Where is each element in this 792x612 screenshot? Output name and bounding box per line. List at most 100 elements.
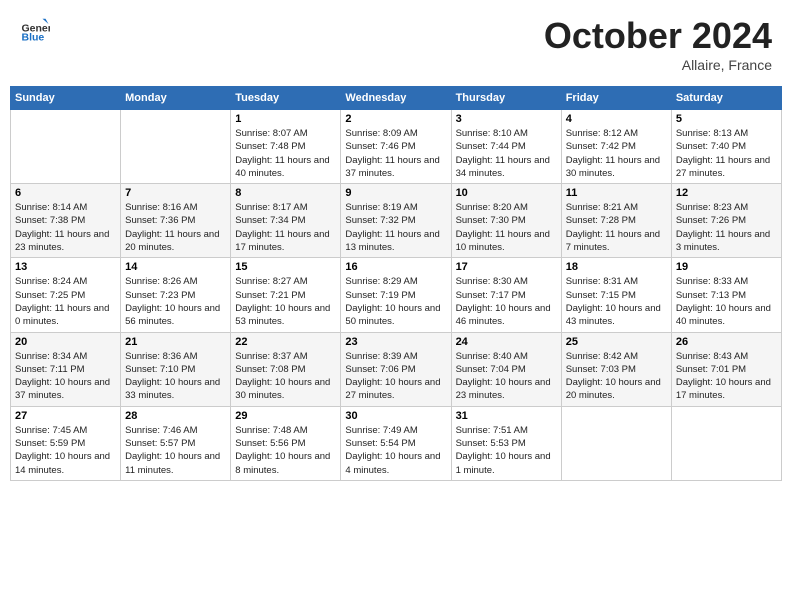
day-number: 23: [345, 336, 446, 348]
calendar-cell: 29Sunrise: 7:48 AM Sunset: 5:56 PM Dayli…: [231, 406, 341, 480]
day-info: Sunrise: 8:29 AM Sunset: 7:19 PM Dayligh…: [345, 275, 446, 328]
calendar-cell: 14 Sunrise: 8:26 AM Sunset: 7:23 PM Dayli…: [121, 258, 231, 332]
day-info: Sunrise: 8:09 AM Sunset: 7:46 PM Dayligh…: [345, 127, 446, 180]
day-number: 1: [235, 113, 336, 125]
header-wednesday: Wednesday: [341, 87, 451, 110]
logo-icon: General Blue: [20, 15, 50, 45]
day-number: 8: [235, 187, 336, 199]
header-thursday: Thursday: [451, 87, 561, 110]
day-number: 18: [566, 261, 667, 273]
day-info: Sunrise: 8:07 AM Sunset: 7:48 PM Dayligh…: [235, 127, 336, 180]
day-info: Sunrise: 8:36 AM Sunset: 7:10 PM Dayligh…: [125, 350, 226, 403]
day-info: Sunrise: 8:23 AM Sunset: 7:26 PM Dayligh…: [676, 201, 777, 254]
day-number: 11: [566, 187, 667, 199]
header-sunday: Sunday: [11, 87, 121, 110]
calendar-cell: 27Sunrise: 7:45 AM Sunset: 5:59 PM Dayli…: [11, 406, 121, 480]
page-header: General Blue October 2024 Allaire, Franc…: [10, 10, 782, 78]
day-number: 17: [456, 261, 557, 273]
day-info: Sunrise: 8:34 AM Sunset: 7:11 PM Dayligh…: [15, 350, 116, 403]
calendar-week-3: 13 Sunrise: 8:24 AM Sunset: 7:25 PM Dayli…: [11, 258, 782, 332]
day-info: Sunrise: 8:33 AM Sunset: 7:13 PM Dayligh…: [676, 275, 777, 328]
calendar-cell: 15 Sunrise: 8:27 AM Sunset: 7:21 PM Dayli…: [231, 258, 341, 332]
calendar-cell: 23Sunrise: 8:39 AM Sunset: 7:06 PM Dayli…: [341, 332, 451, 406]
day-info: Sunrise: 8:37 AM Sunset: 7:08 PM Dayligh…: [235, 350, 336, 403]
day-number: 6: [15, 187, 116, 199]
header-friday: Friday: [561, 87, 671, 110]
day-info: Sunrise: 8:14 AM Sunset: 7:38 PM Dayligh…: [15, 201, 116, 254]
calendar-week-4: 20Sunrise: 8:34 AM Sunset: 7:11 PM Dayli…: [11, 332, 782, 406]
day-info: Sunrise: 7:46 AM Sunset: 5:57 PM Dayligh…: [125, 424, 226, 477]
day-info: Sunrise: 8:13 AM Sunset: 7:40 PM Dayligh…: [676, 127, 777, 180]
calendar-table: Sunday Monday Tuesday Wednesday Thursday…: [10, 86, 782, 481]
day-number: 7: [125, 187, 226, 199]
calendar-cell: 1 Sunrise: 8:07 AM Sunset: 7:48 PM Daylig…: [231, 110, 341, 184]
day-info: Sunrise: 8:21 AM Sunset: 7:28 PM Dayligh…: [566, 201, 667, 254]
day-info: Sunrise: 8:16 AM Sunset: 7:36 PM Dayligh…: [125, 201, 226, 254]
day-number: 28: [125, 410, 226, 422]
calendar-cell: [561, 406, 671, 480]
day-info: Sunrise: 8:12 AM Sunset: 7:42 PM Dayligh…: [566, 127, 667, 180]
calendar-cell: 18Sunrise: 8:31 AM Sunset: 7:15 PM Dayli…: [561, 258, 671, 332]
day-info: Sunrise: 8:40 AM Sunset: 7:04 PM Dayligh…: [456, 350, 557, 403]
calendar-cell: 26 Sunrise: 8:43 AM Sunset: 7:01 PM Dayli…: [671, 332, 781, 406]
calendar-cell: 4 Sunrise: 8:12 AM Sunset: 7:42 PM Daylig…: [561, 110, 671, 184]
day-number: 30: [345, 410, 446, 422]
calendar-cell: 22 Sunrise: 8:37 AM Sunset: 7:08 PM Dayli…: [231, 332, 341, 406]
calendar-cell: 10Sunrise: 8:20 AM Sunset: 7:30 PM Dayli…: [451, 184, 561, 258]
day-info: Sunrise: 8:19 AM Sunset: 7:32 PM Dayligh…: [345, 201, 446, 254]
calendar-cell: 16 Sunrise: 8:29 AM Sunset: 7:19 PM Dayli…: [341, 258, 451, 332]
title-block: October 2024 Allaire, France: [544, 15, 772, 73]
calendar-cell: 2 Sunrise: 8:09 AM Sunset: 7:46 PM Daylig…: [341, 110, 451, 184]
day-number: 9: [345, 187, 446, 199]
calendar-cell: 17 Sunrise: 8:30 AM Sunset: 7:17 PM Dayli…: [451, 258, 561, 332]
day-number: 14: [125, 261, 226, 273]
calendar-cell: 31Sunrise: 7:51 AM Sunset: 5:53 PM Dayli…: [451, 406, 561, 480]
calendar-cell: [11, 110, 121, 184]
day-number: 10: [456, 187, 557, 199]
svg-text:Blue: Blue: [22, 32, 45, 44]
day-number: 26: [676, 336, 777, 348]
day-info: Sunrise: 8:24 AM Sunset: 7:25 PM Dayligh…: [15, 275, 116, 328]
day-number: 5: [676, 113, 777, 125]
day-number: 22: [235, 336, 336, 348]
day-info: Sunrise: 8:30 AM Sunset: 7:17 PM Dayligh…: [456, 275, 557, 328]
day-number: 21: [125, 336, 226, 348]
day-number: 24: [456, 336, 557, 348]
calendar-cell: 28 Sunrise: 7:46 AM Sunset: 5:57 PM Dayli…: [121, 406, 231, 480]
day-info: Sunrise: 8:17 AM Sunset: 7:34 PM Dayligh…: [235, 201, 336, 254]
day-number: 25: [566, 336, 667, 348]
day-info: Sunrise: 7:48 AM Sunset: 5:56 PM Dayligh…: [235, 424, 336, 477]
day-info: Sunrise: 7:45 AM Sunset: 5:59 PM Dayligh…: [15, 424, 116, 477]
calendar-location: Allaire, France: [544, 57, 772, 73]
day-number: 13: [15, 261, 116, 273]
calendar-cell: 11 Sunrise: 8:21 AM Sunset: 7:28 PM Dayli…: [561, 184, 671, 258]
calendar-cell: 24 Sunrise: 8:40 AM Sunset: 7:04 PM Dayli…: [451, 332, 561, 406]
day-info: Sunrise: 7:51 AM Sunset: 5:53 PM Dayligh…: [456, 424, 557, 477]
calendar-cell: [671, 406, 781, 480]
day-number: 15: [235, 261, 336, 273]
calendar-cell: 5 Sunrise: 8:13 AM Sunset: 7:40 PM Daylig…: [671, 110, 781, 184]
calendar-week-1: 1 Sunrise: 8:07 AM Sunset: 7:48 PM Daylig…: [11, 110, 782, 184]
day-info: Sunrise: 8:43 AM Sunset: 7:01 PM Dayligh…: [676, 350, 777, 403]
calendar-cell: 21 Sunrise: 8:36 AM Sunset: 7:10 PM Dayli…: [121, 332, 231, 406]
day-number: 4: [566, 113, 667, 125]
day-number: 16: [345, 261, 446, 273]
logo: General Blue: [20, 15, 54, 45]
day-info: Sunrise: 8:10 AM Sunset: 7:44 PM Dayligh…: [456, 127, 557, 180]
day-number: 2: [345, 113, 446, 125]
calendar-title: October 2024: [544, 15, 772, 57]
header-tuesday: Tuesday: [231, 87, 341, 110]
day-info: Sunrise: 7:49 AM Sunset: 5:54 PM Dayligh…: [345, 424, 446, 477]
day-info: Sunrise: 8:27 AM Sunset: 7:21 PM Dayligh…: [235, 275, 336, 328]
header-monday: Monday: [121, 87, 231, 110]
day-info: Sunrise: 8:26 AM Sunset: 7:23 PM Dayligh…: [125, 275, 226, 328]
day-number: 3: [456, 113, 557, 125]
calendar-cell: 9 Sunrise: 8:19 AM Sunset: 7:32 PM Daylig…: [341, 184, 451, 258]
calendar-cell: 6 Sunrise: 8:14 AM Sunset: 7:38 PM Daylig…: [11, 184, 121, 258]
day-number: 19: [676, 261, 777, 273]
day-number: 12: [676, 187, 777, 199]
calendar-cell: 25Sunrise: 8:42 AM Sunset: 7:03 PM Dayli…: [561, 332, 671, 406]
calendar-cell: 13 Sunrise: 8:24 AM Sunset: 7:25 PM Dayli…: [11, 258, 121, 332]
calendar-cell: 12 Sunrise: 8:23 AM Sunset: 7:26 PM Dayli…: [671, 184, 781, 258]
calendar-cell: 20Sunrise: 8:34 AM Sunset: 7:11 PM Dayli…: [11, 332, 121, 406]
